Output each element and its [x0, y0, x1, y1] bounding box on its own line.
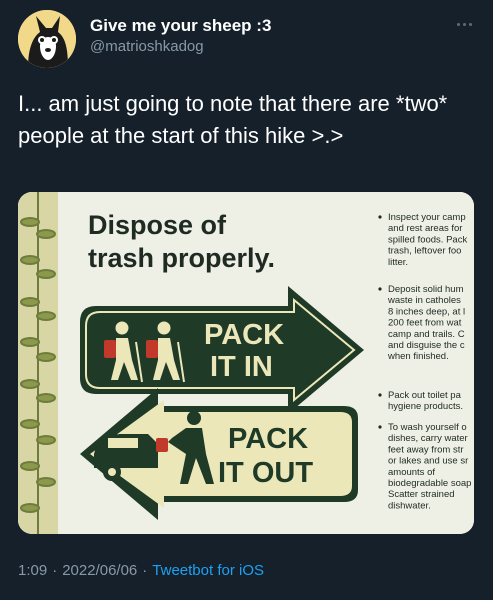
pack-it-out-line1: PACK: [228, 423, 308, 455]
bullet-dot: [378, 287, 382, 291]
bullet-line: 200 feet from wat: [388, 318, 462, 329]
bullet-line: litter.: [388, 257, 408, 268]
pack-it-in-line1: PACK: [204, 319, 284, 351]
bullet-line: dishwater.: [388, 500, 431, 511]
tweet-date: 2022/06/06: [62, 562, 138, 579]
handle[interactable]: @matrioshkadog: [90, 37, 271, 57]
bullet-dot: [378, 393, 382, 397]
bullet-line: feet away from str: [388, 444, 464, 455]
bullet-line: spilled foods. Pack: [388, 234, 467, 245]
pack-it-out-line2: IT OUT: [218, 457, 313, 489]
tweet-image[interactable]: Dispose of trash properly. PACK IT IN PA…: [18, 192, 474, 534]
bullet-line: biodegradable soap: [388, 478, 471, 489]
author-names[interactable]: Give me your sheep :3 @matrioshkadog: [90, 16, 271, 57]
client-link[interactable]: Tweetbot for iOS: [152, 562, 264, 579]
display-name[interactable]: Give me your sheep :3: [90, 16, 271, 36]
bullet-line: Pack out toilet pa: [388, 390, 462, 401]
more-dots-icon[interactable]: [454, 18, 476, 32]
bullet-line: dishes, carry water: [388, 433, 468, 444]
bullet-line: 8 inches deep, at l: [388, 306, 465, 317]
bullet-line: hygiene products.: [388, 401, 463, 412]
tweet-text: I... am just going to note that there ar…: [18, 91, 448, 148]
bullet-line: camp and trails. C: [388, 329, 465, 340]
tweet-header: Give me your sheep :3 @matrioshkadog: [18, 8, 478, 68]
bullet-line: when finished.: [387, 351, 449, 362]
bullet-line: Inspect your camp: [388, 212, 466, 223]
tweet-time: 1:09: [18, 562, 48, 579]
sign-heading-line2: trash properly.: [88, 243, 275, 273]
bullet-line: trash, leftover foo: [388, 246, 461, 257]
bullet-dot: [378, 425, 382, 429]
bullet-line: waste in catholes: [387, 295, 461, 306]
bullet-line: amounts of: [388, 467, 435, 478]
bullet-line: and rest areas for: [388, 223, 462, 234]
bullet-line: or lakes and use sr: [388, 456, 468, 467]
bullet-line: and disguise the c: [388, 340, 465, 351]
avatar[interactable]: [18, 10, 76, 68]
bullet-dot: [378, 215, 382, 219]
sign-heading-line1: Dispose of: [88, 210, 227, 240]
bullet-line: Deposit solid hum: [388, 284, 464, 295]
tweet-footer: 1:09 · 2022/06/06 · Tweetbot for iOS: [18, 562, 264, 579]
dog-avatar-icon: [18, 10, 76, 68]
trail-sign-image: Dispose of trash properly. PACK IT IN PA…: [18, 192, 474, 534]
bullet-line: To wash yourself o: [388, 422, 467, 433]
pack-it-in-line2: IT IN: [210, 351, 273, 383]
bullet-line: Scatter strained: [388, 489, 455, 500]
